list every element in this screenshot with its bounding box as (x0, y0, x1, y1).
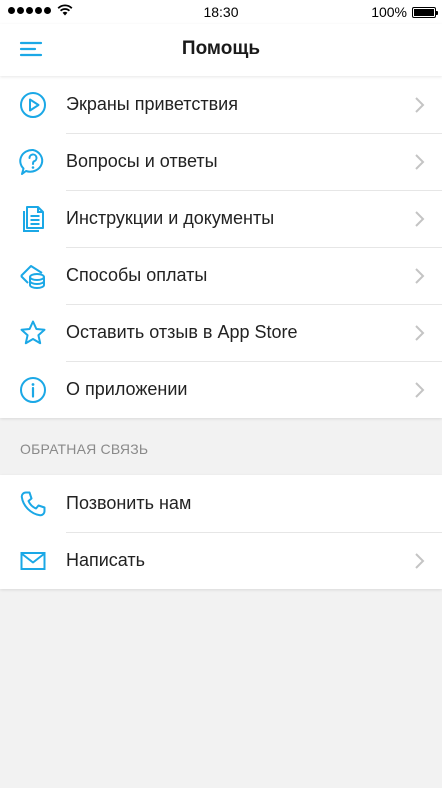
feedback-item-write[interactable]: Написать (0, 532, 442, 589)
feedback-item-label: Написать (66, 550, 146, 570)
feedback-list: Позвонить нам Написать (0, 475, 442, 589)
chevron-right-icon (415, 210, 425, 227)
play-circle-icon (17, 89, 49, 121)
feedback-item-call-us[interactable]: Позвонить нам (0, 475, 442, 532)
star-icon (17, 317, 49, 349)
help-item-welcome-screens[interactable]: Экраны приветствия (0, 76, 442, 133)
help-item-faq[interactable]: Вопросы и ответы (0, 133, 442, 190)
help-item-label: Экраны приветствия (66, 94, 238, 114)
help-item-label: Оставить отзыв в App Store (66, 322, 298, 342)
question-bubble-icon (17, 146, 49, 178)
status-bar: 18:30 100% (0, 0, 442, 24)
help-item-payment-methods[interactable]: Способы оплаты (0, 247, 442, 304)
help-item-app-store-review[interactable]: Оставить отзыв в App Store (0, 304, 442, 361)
feedback-section-header: ОБРАТНАЯ СВЯЗЬ (20, 441, 149, 457)
chevron-right-icon (415, 552, 425, 569)
chevron-right-icon (415, 96, 425, 113)
envelope-icon (17, 545, 49, 577)
chevron-right-icon (415, 381, 425, 398)
help-item-label: О приложении (66, 379, 188, 399)
help-item-label: Вопросы и ответы (66, 151, 218, 171)
help-item-about-app[interactable]: О приложении (0, 361, 442, 418)
chevron-right-icon (415, 153, 425, 170)
help-item-label: Способы оплаты (66, 265, 208, 285)
help-list: Экраны приветствия Вопросы и ответы Инст… (0, 76, 442, 418)
chevron-right-icon (415, 324, 425, 341)
info-circle-icon (17, 374, 49, 406)
documents-icon (17, 203, 49, 235)
feedback-item-label: Позвонить нам (66, 493, 192, 513)
help-item-instructions[interactable]: Инструкции и документы (0, 190, 442, 247)
page-title: Помощь (181, 38, 261, 59)
navigation-bar: Помощь (0, 24, 442, 76)
battery-percent: 100% (371, 4, 407, 20)
help-item-label: Инструкции и документы (66, 208, 275, 228)
phone-icon (17, 488, 49, 520)
battery-icon (412, 6, 438, 18)
chevron-right-icon (415, 267, 425, 284)
coins-icon (17, 260, 49, 292)
